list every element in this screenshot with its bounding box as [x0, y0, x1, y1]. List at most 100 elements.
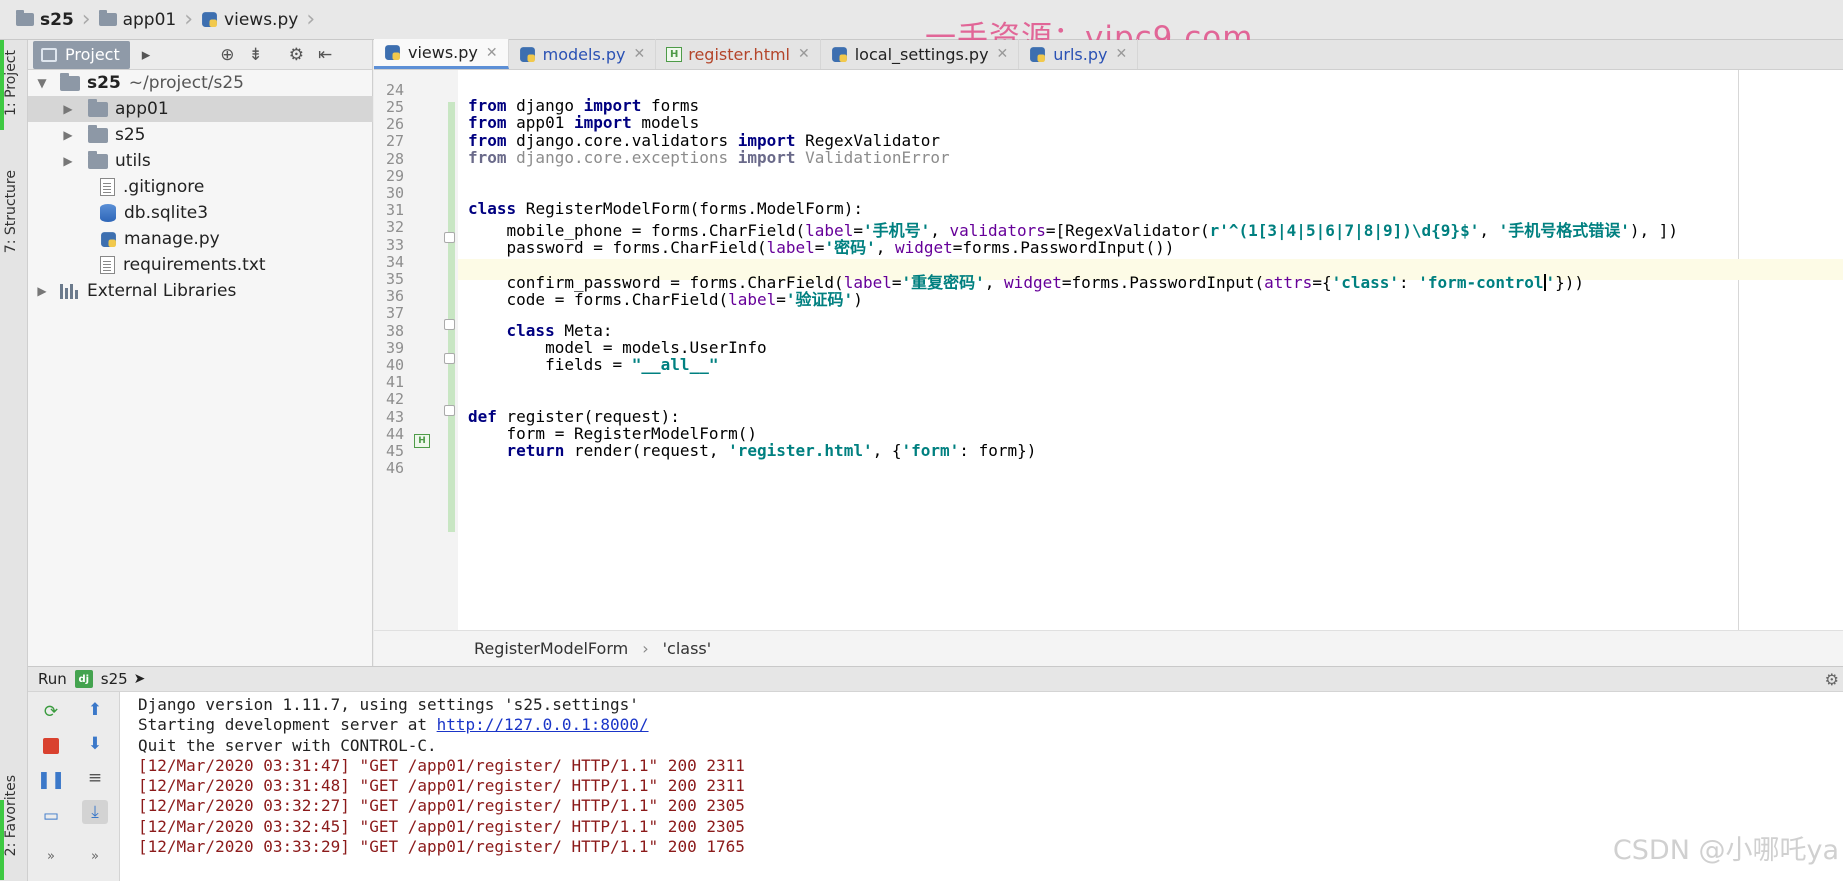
run-config-tab[interactable]: s25 [101, 670, 128, 688]
breadcrumb-app01[interactable]: app01 [93, 5, 183, 35]
csdn-watermark: CSDN @小哪吒ya [1612, 835, 1839, 866]
folder-icon [88, 124, 108, 143]
fold-toggle-icon[interactable] [444, 405, 455, 416]
collapsed-arrow-icon[interactable]: ▶ [62, 128, 74, 142]
left-tool-strip: 1: Project 7: Structure 2: Favorites [0, 40, 28, 881]
collapsed-arrow-icon[interactable]: ▶ [62, 154, 74, 168]
code-editor[interactable]: 24 25 26 27 28 29 30 31 32 33 34 35 36 3… [374, 70, 1843, 630]
collapsed-arrow-icon[interactable]: ▶ [62, 102, 74, 116]
fold-toggle-icon[interactable] [444, 353, 455, 364]
tree-item-db[interactable]: db.sqlite3 [28, 200, 373, 226]
close-icon[interactable]: ✕ [634, 46, 646, 62]
collapsed-arrow-icon[interactable]: ▶ [36, 284, 48, 298]
python-file-icon [101, 231, 116, 247]
breadcrumb-file[interactable]: views.py [195, 5, 304, 35]
tab-views-py[interactable]: views.py ✕ [374, 39, 509, 69]
code-line-31: class RegisterModelForm(forms.ModelForm)… [468, 199, 863, 218]
pause-icon[interactable]: ❚❚ [37, 768, 66, 792]
line-number: 41 [385, 373, 404, 391]
python-file-icon [202, 12, 217, 27]
hide-panel-icon[interactable]: ⇤ [318, 45, 332, 65]
line-number: 40 [385, 356, 404, 374]
tab-urls-py[interactable]: urls.py ✕ [1019, 39, 1139, 69]
line-number: 44 [385, 425, 404, 443]
tree-item-label: requirements.txt [123, 255, 266, 275]
scroll-up-icon[interactable]: ⬆ [82, 698, 108, 722]
tree-root[interactable]: ▼ s25 ~/project/s25 [28, 70, 373, 96]
run-label: Run [38, 670, 67, 688]
close-icon[interactable]: ✕ [486, 45, 498, 61]
tree-item-utils[interactable]: ▶ utils [28, 148, 373, 174]
breadcrumb-project[interactable]: s25 [10, 5, 80, 35]
editor-breadcrumb-key[interactable]: 'class' [663, 639, 712, 658]
scroll-down-icon[interactable]: ⬇ [82, 732, 108, 756]
console-log-line: [12/Mar/2020 03:32:27] "GET /app01/regis… [138, 796, 745, 816]
tab-label: models.py [542, 44, 626, 64]
scroll-to-end-icon[interactable]: ⤓ [82, 800, 108, 824]
locate-icon[interactable]: ⊕ [220, 45, 234, 65]
console-line: Starting development server at http://12… [138, 715, 1843, 735]
folder-icon [88, 98, 108, 117]
tree-item-external-libraries[interactable]: ▶ External Libraries [28, 278, 373, 304]
console-line: Quit the server with CONTROL-C. [138, 735, 437, 755]
project-title: Project [65, 45, 120, 64]
play-icon[interactable]: ▸ [142, 45, 151, 65]
folder-icon [88, 150, 108, 169]
rerun-icon[interactable]: ⟳ [38, 700, 64, 724]
tab-register-html[interactable]: H register.html ✕ [656, 39, 821, 69]
chevron-right-icon: › [81, 7, 91, 32]
html-template-gutter-icon[interactable]: H [414, 434, 430, 448]
run-panel-header: Run dj s25 ➤ ⚙ [28, 666, 1843, 692]
more-icon[interactable]: » [38, 844, 64, 868]
tree-item-s25[interactable]: ▶ s25 [28, 122, 373, 148]
layout-icon[interactable]: ▭ [38, 804, 64, 828]
line-number: 42 [385, 390, 404, 408]
close-icon[interactable]: ✕ [798, 46, 810, 62]
tool-tab-project[interactable]: 1: Project [3, 50, 19, 116]
line-number: 34 [385, 253, 404, 271]
more-icon[interactable]: » [82, 844, 108, 868]
tree-item-manage[interactable]: manage.py [28, 226, 373, 252]
fold-toggle-icon[interactable] [444, 319, 455, 330]
collapse-icon[interactable]: ⇟ [249, 45, 263, 65]
line-number: 28 [385, 150, 404, 168]
django-icon: dj [74, 670, 93, 688]
tab-models-py[interactable]: models.py ✕ [509, 39, 657, 69]
gear-icon[interactable]: ⚙ [1825, 670, 1839, 689]
editor-tab-bar: views.py ✕ models.py ✕ H register.html ✕… [374, 39, 1843, 70]
project-view-selector[interactable]: Project [33, 40, 130, 69]
close-icon[interactable]: ✕ [997, 46, 1009, 62]
line-number: 46 [385, 459, 404, 477]
tool-tab-structure[interactable]: 7: Structure [3, 170, 19, 253]
tree-item-app01[interactable]: ▶ app01 [28, 96, 373, 122]
line-number: 31 [385, 201, 404, 219]
server-url-link[interactable]: http://127.0.0.1:8000/ [437, 715, 649, 734]
gear-icon[interactable]: ⚙ [289, 45, 304, 65]
tree-item-requirements[interactable]: requirements.txt [28, 252, 373, 278]
run-toolbar: ⟳ ⬆ ⬇ ❚❚ ≡ ▭ ⤓ » » [28, 692, 120, 881]
stop-button[interactable] [38, 734, 64, 758]
tab-local-settings-py[interactable]: local_settings.py ✕ [821, 39, 1020, 69]
fold-toggle-icon[interactable] [444, 232, 455, 243]
tree-root-path: ~/project/s25 [128, 73, 244, 93]
breadcrumb-label: app01 [122, 9, 177, 30]
code-line-26: from app01 import models [468, 113, 700, 132]
tree-item-gitignore[interactable]: .gitignore [28, 174, 373, 200]
editor-breadcrumb-class[interactable]: RegisterModelForm [474, 639, 628, 658]
tree-item-label: db.sqlite3 [124, 203, 209, 223]
line-number: 32 [385, 218, 404, 236]
console-log-line: [12/Mar/2020 03:33:29] "GET /app01/regis… [138, 837, 745, 857]
tree-item-label: manage.py [124, 229, 220, 249]
expand-arrow-icon[interactable]: ▼ [36, 76, 48, 90]
tool-tab-favorites[interactable]: 2: Favorites [3, 775, 19, 856]
close-icon[interactable]: ✕ [1115, 46, 1127, 62]
python-file-icon [385, 45, 400, 60]
line-number: 33 [385, 236, 404, 254]
soft-wrap-icon[interactable]: ≡ [82, 766, 108, 790]
run-console[interactable]: Django version 1.11.7, using settings 's… [120, 692, 1843, 881]
breadcrumb-label: views.py [224, 9, 299, 30]
text-file-icon [100, 256, 115, 274]
python-file-icon [831, 46, 847, 62]
line-number: 27 [385, 132, 404, 150]
right-margin-guide [1738, 70, 1739, 630]
